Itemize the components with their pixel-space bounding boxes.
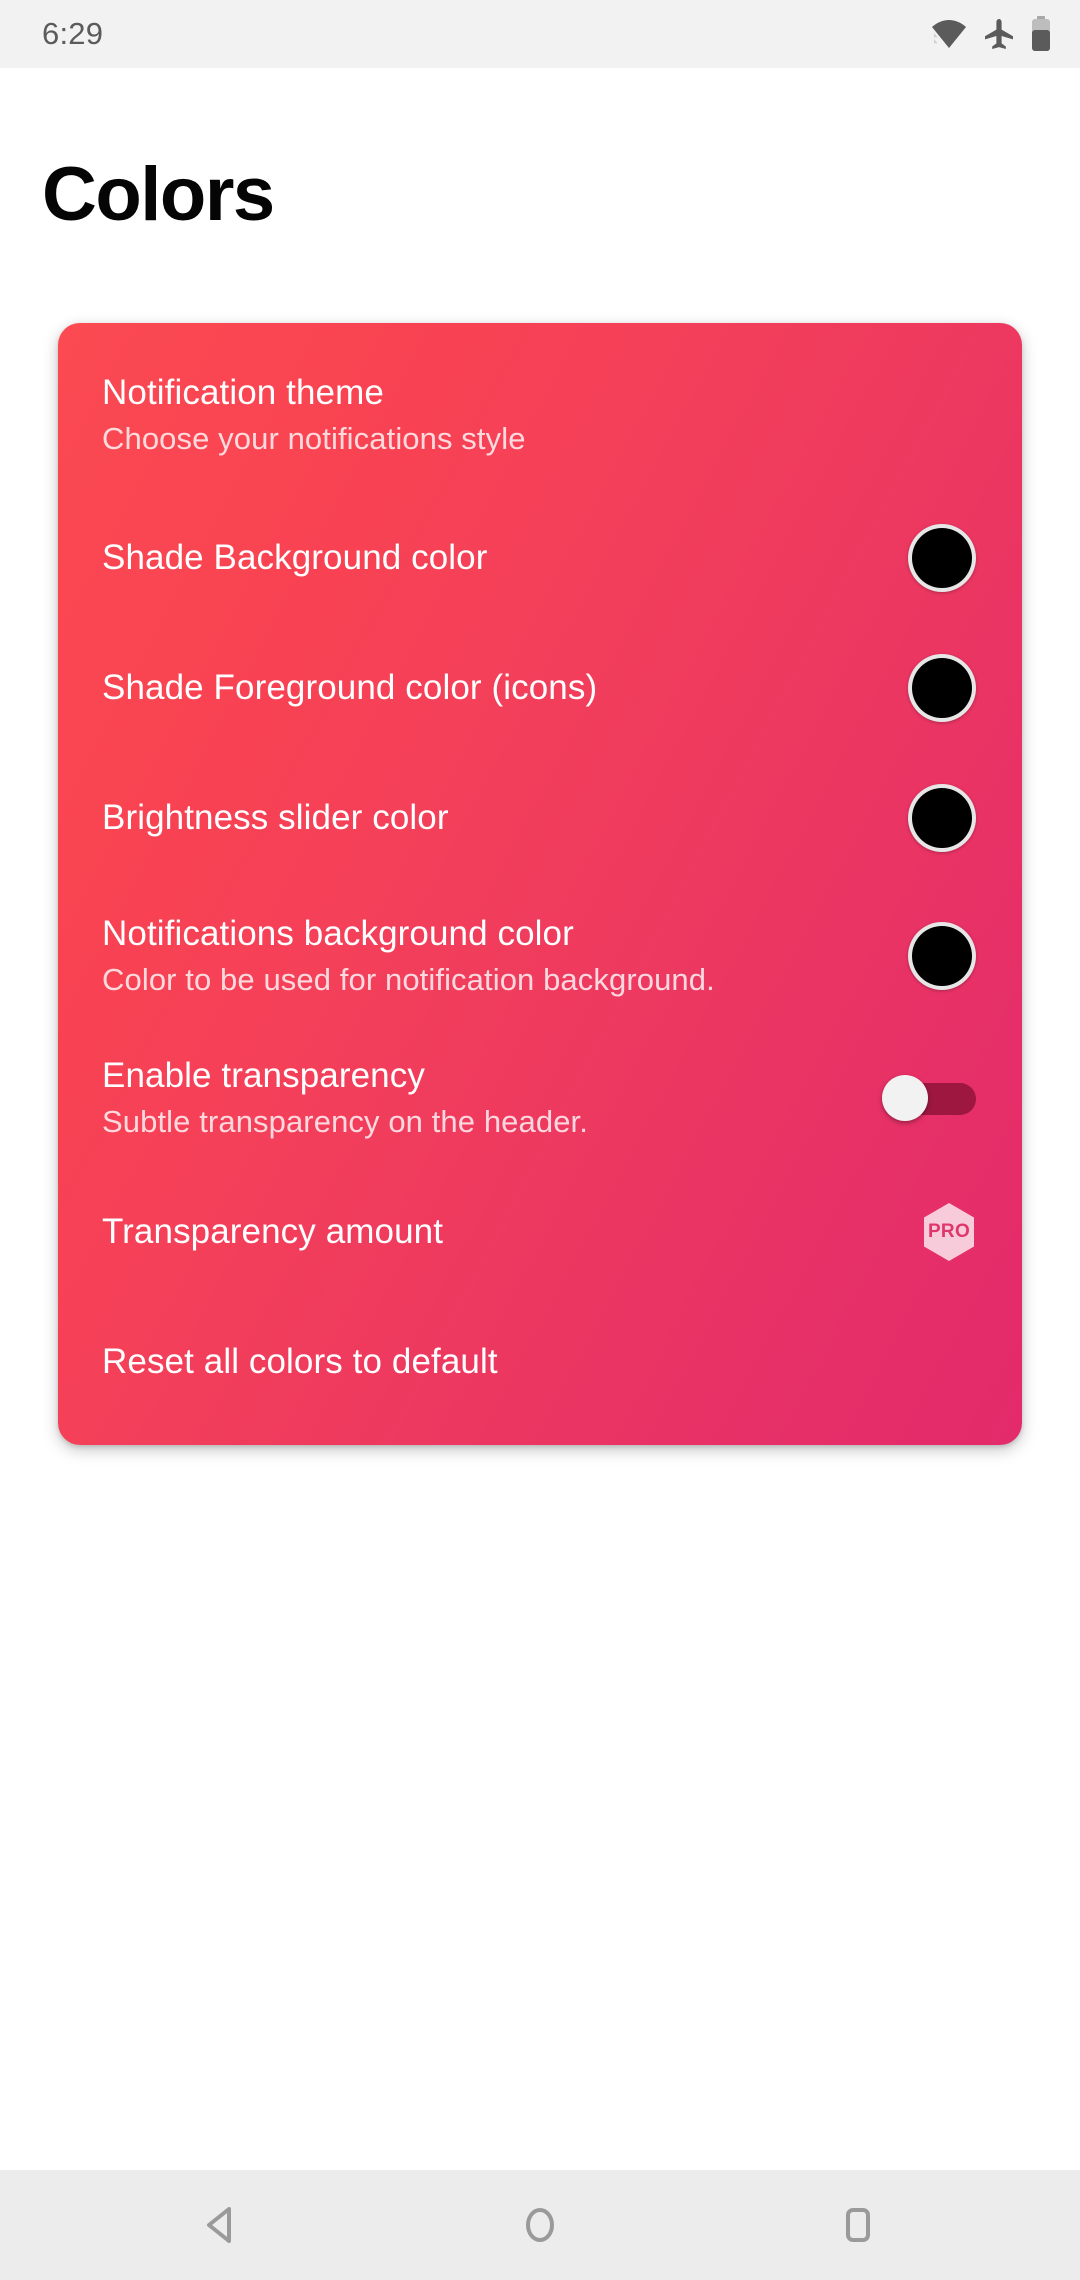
back-triangle-icon <box>199 2202 245 2248</box>
row-texts: Transparency amount <box>102 1209 443 1255</box>
row-texts: Notification theme Choose your notificat… <box>102 370 526 460</box>
row-texts: Shade Background color <box>102 535 488 581</box>
row-subtitle: Subtle transparency on the header. <box>102 1104 588 1139</box>
color-swatch-icon[interactable] <box>908 922 976 990</box>
toggle-thumb <box>882 1075 928 1121</box>
row-title: Notification theme <box>102 373 384 412</box>
color-swatch-icon[interactable] <box>908 784 976 852</box>
pro-badge-label: PRO <box>927 1221 971 1242</box>
nav-back-button[interactable] <box>174 2177 270 2273</box>
color-swatch-icon[interactable] <box>908 524 976 592</box>
recents-square-icon <box>835 2202 881 2248</box>
setting-row-reset-all-colors[interactable]: Reset all colors to default <box>58 1325 1022 1399</box>
row-spacer <box>58 1143 1022 1195</box>
nav-recents-button[interactable] <box>810 2177 906 2273</box>
row-texts: Brightness slider color <box>102 795 449 841</box>
status-bar-clock: 6:29 <box>42 16 104 51</box>
row-title: Shade Background color <box>102 538 488 577</box>
row-spacer <box>58 725 1022 781</box>
row-title: Reset all colors to default <box>102 1342 498 1381</box>
setting-row-notifications-background-color[interactable]: Notifications background color Color to … <box>58 911 1022 1001</box>
row-title: Brightness slider color <box>102 798 449 837</box>
setting-row-brightness-slider-color[interactable]: Brightness slider color <box>58 781 1022 855</box>
row-title: Notifications background color <box>102 914 574 953</box>
pro-badge-icon[interactable]: PRO <box>922 1202 976 1262</box>
android-screen: 6:29 Colors Notification theme Choose yo… <box>0 0 1080 2280</box>
airplane-mode-icon <box>982 17 1016 51</box>
row-subtitle: Color to be used for notification backgr… <box>102 962 715 997</box>
row-title: Enable transparency <box>102 1056 425 1095</box>
row-spacer <box>58 463 1022 521</box>
setting-row-transparency-amount[interactable]: Transparency amount PRO <box>58 1195 1022 1269</box>
status-bar-icons <box>930 16 1052 52</box>
content-area: Colors Notification theme Choose your no… <box>0 68 1080 2170</box>
status-bar: 6:29 <box>0 0 1080 68</box>
setting-row-shade-background-color[interactable]: Shade Background color <box>58 521 1022 595</box>
battery-icon <box>1030 16 1052 52</box>
row-texts: Reset all colors to default <box>102 1339 498 1385</box>
row-title: Transparency amount <box>102 1212 444 1251</box>
setting-row-enable-transparency[interactable]: Enable transparency Subtle transparency … <box>58 1053 1022 1143</box>
nav-home-button[interactable] <box>492 2177 588 2273</box>
row-spacer <box>58 1001 1022 1053</box>
row-spacer <box>58 855 1022 911</box>
page-title: Colors <box>42 152 275 237</box>
row-subtitle: Choose your notifications style <box>102 421 526 456</box>
color-swatch-icon[interactable] <box>908 654 976 722</box>
android-navigation-bar <box>0 2170 1080 2280</box>
row-spacer <box>58 595 1022 651</box>
colors-settings-card: Notification theme Choose your notificat… <box>58 323 1022 1445</box>
row-texts: Shade Foreground color (icons) <box>102 665 597 711</box>
setting-row-notification-theme[interactable]: Notification theme Choose your notificat… <box>58 367 1022 463</box>
row-texts: Enable transparency Subtle transparency … <box>102 1053 588 1143</box>
row-title: Shade Foreground color (icons) <box>102 668 598 707</box>
transparency-toggle-switch[interactable] <box>882 1075 976 1121</box>
row-texts: Notifications background color Color to … <box>102 911 715 1001</box>
wifi-icon <box>930 19 968 49</box>
row-spacer <box>58 1269 1022 1325</box>
home-circle-icon <box>517 2202 563 2248</box>
setting-row-shade-foreground-color[interactable]: Shade Foreground color (icons) <box>58 651 1022 725</box>
